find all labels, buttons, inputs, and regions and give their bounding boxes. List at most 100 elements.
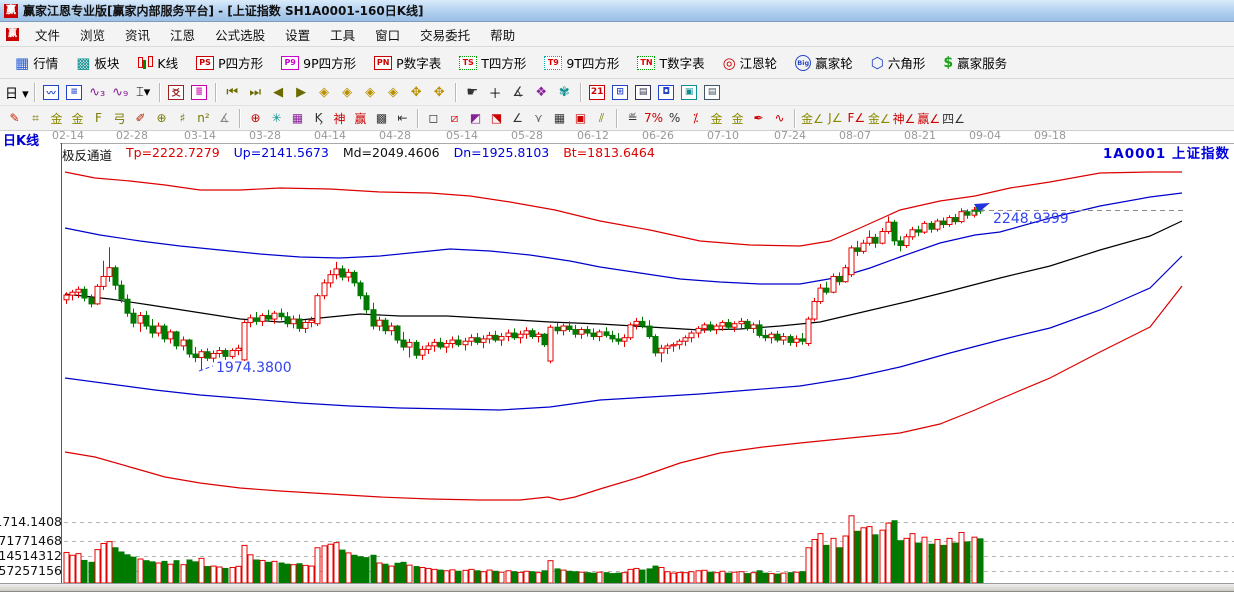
draw-parallel-lines[interactable]: ⫽: [591, 108, 612, 128]
draw-ying-angle[interactable]: 赢∠: [916, 108, 941, 128]
nav-diamond-shift-right[interactable]: ◈: [336, 82, 359, 102]
nav-hand-tool[interactable]: ☛: [461, 82, 484, 102]
draw-gold-angle[interactable]: 金∠: [800, 108, 825, 128]
draw-bow-ruler[interactable]: 弓: [109, 108, 130, 128]
draw-j-angle[interactable]: J∠: [825, 108, 846, 128]
toolbar-button-sectors[interactable]: ▩板块: [67, 51, 128, 75]
draw-pen-ruler[interactable]: ✐: [130, 108, 151, 128]
draw-grid-box-2[interactable]: ▣: [570, 108, 591, 128]
toolbar-button-9t-square[interactable]: T99T四方形: [535, 51, 628, 75]
draw-star-web[interactable]: ✳: [266, 108, 287, 128]
nav-save[interactable]: ◘: [655, 82, 678, 102]
toolbar-button-t-square[interactable]: TST四方形: [450, 51, 535, 75]
draw-span-arrows[interactable]: ⇤: [392, 108, 413, 128]
menu-item-帮助[interactable]: 帮助: [480, 25, 525, 46]
nav-diamond-expand-h[interactable]: ◈: [359, 82, 382, 102]
menu-item-工具[interactable]: 工具: [320, 25, 365, 46]
toolbar-button-t-number-table[interactable]: TNT数字表: [628, 51, 713, 75]
draw-percent[interactable]: %: [664, 108, 685, 128]
nav-period-day[interactable]: 日 ▾: [4, 82, 30, 102]
draw-angle-lines[interactable]: ∠: [507, 108, 528, 128]
pane-label-daily-k[interactable]: 日K线: [3, 130, 39, 149]
draw-shen-angle[interactable]: 神∠: [892, 108, 917, 128]
title-bar[interactable]: 赢 赢家江恩专业版[赢家内部服务平台] - [上证指数 SH1A0001-160…: [0, 0, 1234, 22]
toolbar-button-gann-wheel[interactable]: ◎江恩轮: [714, 51, 787, 75]
nav-pattern-tool[interactable]: 爻: [165, 82, 188, 102]
menu-item-设置[interactable]: 设置: [275, 25, 320, 46]
draw-shen-tool[interactable]: 神: [329, 108, 350, 128]
draw-ruler[interactable]: ⌗: [25, 108, 46, 128]
draw-n2-ruler[interactable]: n²: [193, 108, 214, 128]
nav-go-first[interactable]: ⏮: [221, 82, 244, 102]
draw-angle-ruler[interactable]: ∡: [214, 108, 235, 128]
nav-print-pc[interactable]: ▤: [701, 82, 724, 102]
draw-web-grid[interactable]: ▦: [287, 108, 308, 128]
menu-item-浏览[interactable]: 浏览: [70, 25, 115, 46]
draw-fan-lines[interactable]: ⧄: [444, 108, 465, 128]
nav-diamond-shift-left[interactable]: ◈: [313, 82, 336, 102]
menu-item-文件[interactable]: 文件: [25, 25, 70, 46]
nav-angle-measure-tool[interactable]: ∡: [507, 82, 530, 102]
nav-diamond-fit[interactable]: ✥: [428, 82, 451, 102]
nav-candle-style-dropdown[interactable]: ⌶▾: [132, 82, 155, 102]
toolbar-button-p-number-table[interactable]: PNP数字表: [365, 51, 450, 75]
toolbar-button-kline[interactable]: K线: [128, 51, 187, 75]
nav-volume-profile[interactable]: ≣: [188, 82, 211, 102]
nav-go-last[interactable]: ⏭: [244, 82, 267, 102]
nav-step-back[interactable]: ◀: [267, 82, 290, 102]
draw-percent-7[interactable]: 7%: [643, 108, 664, 128]
draw-grid-box-1[interactable]: ▦: [549, 108, 570, 128]
toolbar-button-9p-square[interactable]: P99P四方形: [272, 51, 365, 75]
draw-pen[interactable]: ✎: [4, 108, 25, 128]
draw-pen-flag[interactable]: ✒: [748, 108, 769, 128]
toolbar-button-winner-service[interactable]: $赢家服务: [934, 51, 1016, 75]
draw-box-tool[interactable]: ◻: [423, 108, 444, 128]
draw-si-angle[interactable]: 四∠: [941, 108, 966, 128]
draw-circle-ruler[interactable]: ⊕: [151, 108, 172, 128]
draw-wave-line[interactable]: ∿: [769, 108, 790, 128]
draw-plain-ruler[interactable]: ♯: [172, 108, 193, 128]
toolbar-button-p-square[interactable]: PSP四方形: [187, 51, 272, 75]
draw-fan-box[interactable]: ◩: [465, 108, 486, 128]
draw-gold-angle-2[interactable]: 金∠: [867, 108, 892, 128]
nav-crosshair-tool[interactable]: ＋: [484, 82, 507, 102]
nav-calculator[interactable]: ⊞: [609, 82, 632, 102]
draw-gold-circle[interactable]: 金: [706, 108, 727, 128]
draw-grid-123[interactable]: ▩: [371, 108, 392, 128]
draw-k-mark[interactable]: Ϗ: [308, 108, 329, 128]
draw-target-circle[interactable]: ⊕: [245, 108, 266, 128]
draw-f-angle[interactable]: F∠: [846, 108, 867, 128]
draw-f-ruler[interactable]: F: [88, 108, 109, 128]
pane-splitter[interactable]: [0, 583, 1234, 592]
nav-zigzag-window[interactable]: 〰: [40, 82, 63, 102]
nav-remote-pc[interactable]: ▣: [678, 82, 701, 102]
draw-ying-tool[interactable]: 赢: [350, 108, 371, 128]
nav-list-window[interactable]: ≡: [63, 82, 86, 102]
menu-item-江恩[interactable]: 江恩: [160, 25, 205, 46]
toolbar-button-winner-wheel[interactable]: Big赢家轮: [786, 51, 862, 75]
child-window-icon[interactable]: 赢: [6, 28, 19, 41]
indicator-name[interactable]: 极反通道: [62, 145, 112, 164]
draw-chart-ruler[interactable]: ≝: [622, 108, 643, 128]
nav-wave-9[interactable]: ∿₉: [109, 82, 132, 102]
menu-item-交易委托[interactable]: 交易委托: [410, 25, 480, 46]
toolbar-button-quotes[interactable]: ▦行情: [6, 51, 67, 75]
nav-diamond-expand-all[interactable]: ✥: [405, 82, 428, 102]
nav-wave-3[interactable]: ∿₃: [86, 82, 109, 102]
nav-step-forward[interactable]: ▶: [290, 82, 313, 102]
menu-item-窗口[interactable]: 窗口: [365, 25, 410, 46]
toolbar-button-hexagon[interactable]: ⬡六角形: [862, 51, 935, 75]
menu-item-公式选股[interactable]: 公式选股: [205, 25, 275, 46]
nav-diamond-compress[interactable]: ◈: [382, 82, 405, 102]
nav-calendar[interactable]: 21: [586, 82, 609, 102]
draw-gold-ruler-2[interactable]: 金: [67, 108, 88, 128]
draw-diag-box[interactable]: ⬔: [486, 108, 507, 128]
nav-notes[interactable]: ▤: [632, 82, 655, 102]
draw-v-lines[interactable]: ⋎: [528, 108, 549, 128]
menu-item-资讯[interactable]: 资讯: [115, 25, 160, 46]
nav-flower-tool[interactable]: ❖: [530, 82, 553, 102]
draw-gold-line[interactable]: 金: [727, 108, 748, 128]
draw-gold-ruler-1[interactable]: 金: [46, 108, 67, 128]
nav-clover-tool[interactable]: ✾: [553, 82, 576, 102]
draw-percent-line[interactable]: ⁒: [685, 108, 706, 128]
